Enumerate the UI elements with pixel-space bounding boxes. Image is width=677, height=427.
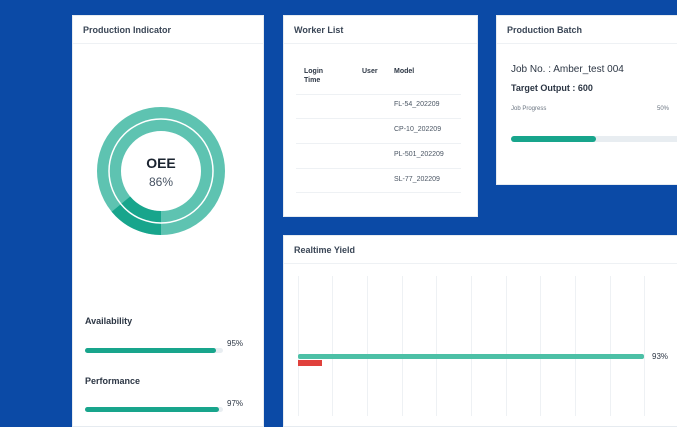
job-progress-label: Job Progress — [511, 106, 547, 112]
yield-bar — [298, 354, 644, 359]
column-header-user: User — [362, 68, 378, 75]
job-progress-fill — [511, 136, 596, 142]
table-row-model: CP-10_202209 — [394, 126, 442, 133]
realtime-yield-title: Realtime Yield — [294, 245, 356, 255]
table-row-divider — [296, 94, 461, 95]
grid-line — [610, 276, 611, 416]
oee-donut-chart: OEE 86% — [97, 107, 225, 235]
grid-line — [298, 276, 299, 416]
table-row-divider — [296, 143, 461, 144]
job-progress-bar — [511, 136, 677, 142]
job-progress-percent: 50% — [657, 106, 670, 112]
grid-line — [332, 276, 333, 416]
table-row-divider — [296, 118, 461, 119]
job-number: Job No. : Amber_test 004 — [511, 64, 624, 75]
oee-ring-segment — [111, 196, 162, 235]
divider — [284, 263, 677, 264]
availability-bar-fill — [85, 348, 217, 353]
table-row-model: FL-54_202209 — [394, 101, 440, 108]
production-indicator-title: Production Indicator — [83, 25, 172, 35]
grid-line — [575, 276, 576, 416]
column-header-login-time: Login Time — [304, 68, 324, 84]
production-batch-title: Production Batch — [507, 25, 583, 35]
target-output: Target Output : 600 — [511, 83, 593, 93]
grid-line — [540, 276, 541, 416]
production-indicator-panel: Production Indicator OEE 86% Availabilit… — [72, 15, 264, 427]
availability-bar — [85, 348, 223, 353]
performance-bar-fill — [85, 407, 219, 412]
oee-label: OEE — [146, 155, 176, 171]
divider — [73, 43, 263, 44]
grid-line — [402, 276, 403, 416]
divider — [497, 43, 677, 44]
performance-bar — [85, 407, 223, 412]
grid-line — [367, 276, 368, 416]
defect-bar — [298, 360, 322, 366]
yield-percent: 93% — [652, 352, 669, 361]
table-row-divider — [296, 192, 461, 193]
production-batch-panel: Production Batch Job No. : Amber_test 00… — [496, 15, 677, 185]
table-row-model: SL-77_202209 — [394, 176, 440, 183]
realtime-yield-panel: Realtime Yield 93% — [283, 235, 677, 427]
worker-list-title: Worker List — [294, 25, 344, 35]
availability-percent: 95% — [227, 339, 244, 348]
column-header-model: Model — [394, 68, 415, 75]
oee-value: 86% — [149, 175, 173, 189]
divider — [284, 43, 477, 44]
availability-label: Availability — [85, 316, 133, 326]
grid-line — [644, 276, 645, 416]
performance-label: Performance — [85, 376, 141, 386]
grid-line — [436, 276, 437, 416]
table-row-divider — [296, 168, 461, 169]
grid-line — [506, 276, 507, 416]
worker-list-panel: Worker List Login Time User Model FL-54_… — [283, 15, 478, 217]
table-row-model: PL-501_202209 — [394, 151, 444, 158]
oee-ring-inner-border — [108, 118, 214, 224]
performance-percent: 97% — [227, 399, 244, 408]
grid-line — [471, 276, 472, 416]
